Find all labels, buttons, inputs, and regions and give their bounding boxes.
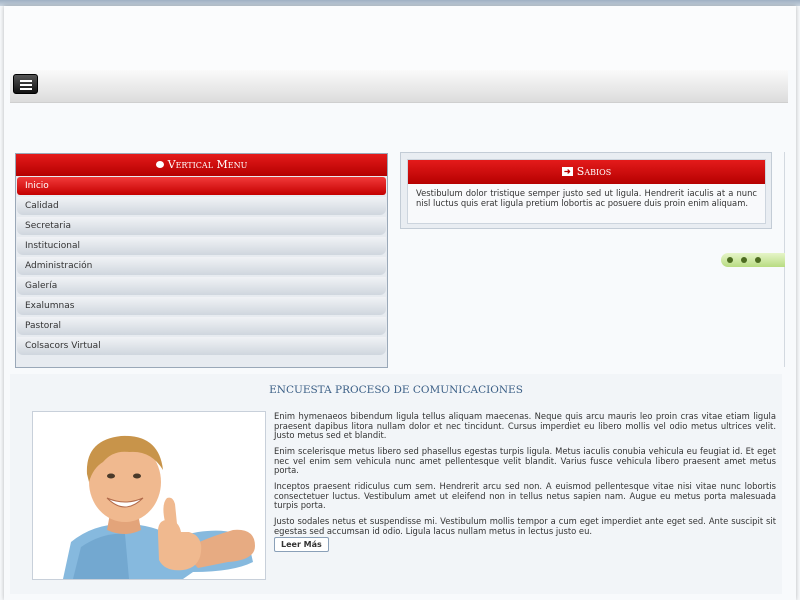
menu-item-secretaria[interactable]: Secretaria <box>17 217 386 235</box>
arrow-right-icon: ➜ <box>561 166 573 176</box>
nav-bar <box>10 70 788 103</box>
hamburger-menu-button[interactable] <box>13 74 38 94</box>
menu-item-institucional[interactable]: Institucional <box>17 237 386 255</box>
sabios-text: Vestibulum dolor tristique semper justo … <box>416 188 757 208</box>
menu-item-pastoral[interactable]: Pastoral <box>17 317 386 335</box>
article-paragraph: Justo sodales netus et suspendisse mi. V… <box>274 516 776 536</box>
article-title: ENCUESTA PROCESO DE COMUNICACIONES <box>269 384 523 396</box>
vertical-menu-title: Vertical Menu <box>167 158 248 171</box>
slider-dot[interactable] <box>755 257 761 263</box>
article-photo <box>32 411 266 580</box>
read-more-button[interactable]: Leer Más <box>274 537 329 552</box>
hamburger-line <box>20 84 32 86</box>
menu-item-inicio[interactable]: Inicio <box>17 177 386 195</box>
slider-dot[interactable] <box>727 257 733 263</box>
menu-item-colsacors-virtual[interactable]: Colsacors Virtual <box>17 337 386 355</box>
menu-item-exalumnas[interactable]: Exalumnas <box>17 297 386 315</box>
sabios-box: ➜ Sabios Vestibulum dolor tristique sempe… <box>407 159 766 224</box>
slider-dots <box>721 253 785 267</box>
article-paragraph: Inceptos praesent ridiculus cum sem. Hen… <box>274 481 776 511</box>
article-section: ENCUESTA PROCESO DE COMUNICACIONES Enim … <box>10 374 782 594</box>
sabios-panel: ➜ Sabios Vestibulum dolor tristique sempe… <box>400 152 772 229</box>
vertical-menu: Vertical Menu Inicio Calidad Secretaria … <box>15 153 388 368</box>
article-paragraph: Enim scelerisque metus libero sed phasel… <box>274 446 776 476</box>
slider-dot[interactable] <box>741 257 747 263</box>
menu-item-calidad[interactable]: Calidad <box>17 197 386 215</box>
menu-item-administracion[interactable]: Administración <box>17 257 386 275</box>
hamburger-line <box>20 88 32 90</box>
sabios-title: Sabios <box>576 165 612 178</box>
smiling-man-thumbs-up-image <box>33 412 265 579</box>
bullet-icon <box>155 160 164 168</box>
sabios-header: ➜ Sabios <box>408 160 765 184</box>
header-area <box>4 6 796 70</box>
menu-item-galeria[interactable]: Galería <box>17 277 386 295</box>
vertical-menu-header: Vertical Menu <box>16 154 387 176</box>
hamburger-line <box>20 80 32 82</box>
article-paragraph: Enim hymenaeos bibendum ligula tellus al… <box>274 411 776 441</box>
